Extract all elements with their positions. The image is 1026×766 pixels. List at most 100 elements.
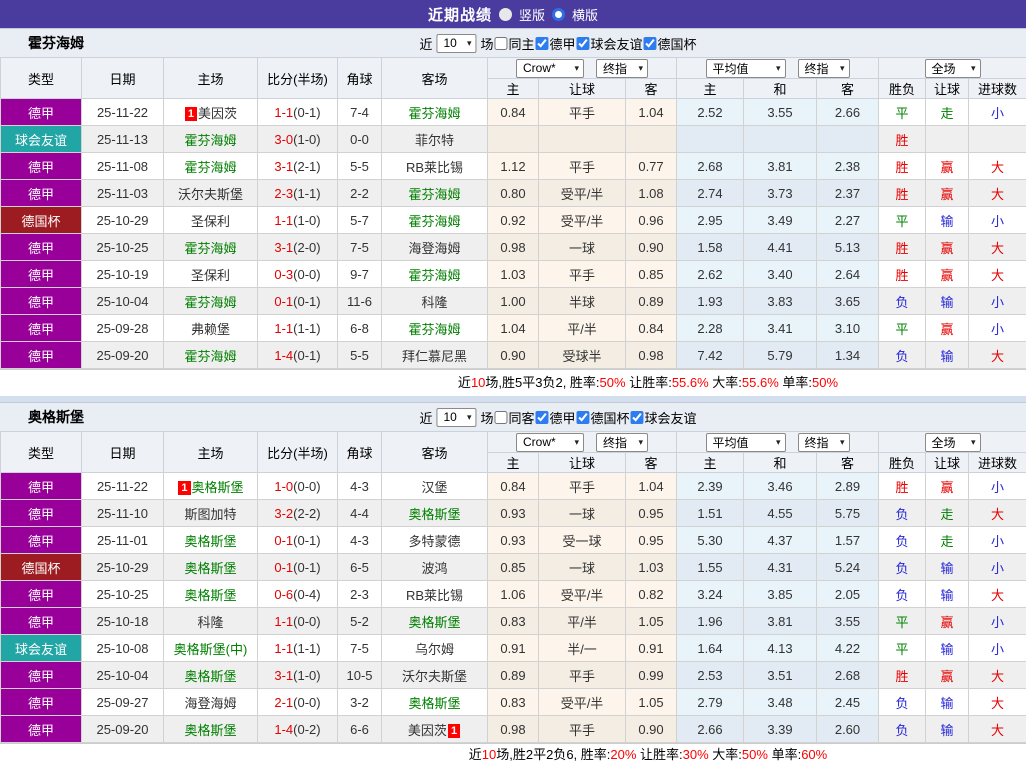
league-checkbox[interactable] xyxy=(631,411,644,424)
chevron-down-icon: ▾ xyxy=(574,437,579,448)
home-team-cell: 1美因茨 xyxy=(164,99,258,126)
avg-home-odds: 3.24 xyxy=(677,581,744,608)
handicap-away-odds: 0.90 xyxy=(626,716,677,743)
home-team-cell: 1奥格斯堡 xyxy=(164,473,258,500)
avg-source-select-value: 平均值 xyxy=(713,434,749,451)
score-cell: 1-0(0-0) xyxy=(258,473,338,500)
result-goals-cell: 大 xyxy=(969,581,1026,608)
avg-away-odds: 2.66 xyxy=(817,99,879,126)
score-cell: 1-1(1-1) xyxy=(258,635,338,662)
same-venue-label[interactable]: 同客 xyxy=(508,408,534,427)
match-type-cell: 德国杯 xyxy=(1,554,82,581)
match-count-select[interactable]: 10▾ xyxy=(436,408,476,427)
away-team-cell: 乌尔姆 xyxy=(382,635,488,662)
avg-draw-odds: 3.40 xyxy=(744,261,817,288)
match-row: 德甲25-10-19圣保利0-3(0-0)9-7霍芬海姆1.03平手0.852.… xyxy=(1,261,1026,288)
fullmatch-select[interactable]: 全场▾ xyxy=(925,59,981,78)
radio-vertical-icon[interactable] xyxy=(499,8,512,21)
same-venue-checkbox[interactable] xyxy=(494,37,507,50)
avg-stage-select[interactable]: 终指▾ xyxy=(798,433,850,452)
team-label: 奥格斯堡 xyxy=(184,534,236,549)
handicap-line: 一球 xyxy=(539,234,626,261)
match-count-select[interactable]: 10▾ xyxy=(436,34,476,53)
result-label: 大 xyxy=(991,268,1004,283)
handicap-home-odds: 1.12 xyxy=(488,153,539,180)
score-cell: 3-1(2-0) xyxy=(258,234,338,261)
halftime-score: (0-1) xyxy=(293,533,320,548)
chevron-down-icon: ▾ xyxy=(638,63,643,74)
score-cell: 3-2(2-2) xyxy=(258,500,338,527)
odds-stage-select[interactable]: 终指▾ xyxy=(596,433,648,452)
halftime-score: (0-1) xyxy=(293,348,320,363)
match-row: 球会友谊25-11-13霍芬海姆3-0(1-0)0-0菲尔特胜 xyxy=(1,126,1026,153)
team-label: 科隆 xyxy=(197,615,223,630)
result-handicap-cell: 输 xyxy=(926,635,969,662)
result-label: 小 xyxy=(991,615,1004,630)
home-team-cell: 奥格斯堡 xyxy=(164,716,258,743)
col-res-goals: 进球数 xyxy=(969,453,1026,473)
corner-cell: 4-3 xyxy=(338,473,382,500)
league-checkbox[interactable] xyxy=(577,37,590,50)
same-venue-checkbox[interactable] xyxy=(494,411,507,424)
home-team-cell: 海登海姆 xyxy=(164,689,258,716)
halftime-score: (1-0) xyxy=(293,668,320,683)
radio-horizontal-label[interactable]: 横版 xyxy=(572,5,598,24)
handicap-home-odds: 0.83 xyxy=(488,689,539,716)
halftime-score: (0-1) xyxy=(293,294,320,309)
games-label: 场 xyxy=(480,34,493,53)
fulltime-score: 0-1 xyxy=(274,560,293,575)
handicap-line: 平手 xyxy=(539,716,626,743)
match-type-cell: 德甲 xyxy=(1,342,82,369)
league-checkbox[interactable] xyxy=(577,411,590,424)
league-checkbox[interactable] xyxy=(536,411,549,424)
radio-vertical-label[interactable]: 竖版 xyxy=(519,5,545,24)
avg-draw-odds: 3.48 xyxy=(744,689,817,716)
radio-horizontal-icon[interactable] xyxy=(552,8,565,21)
fulltime-score: 3-1 xyxy=(274,668,293,683)
match-type-cell: 德甲 xyxy=(1,234,82,261)
result-handicap-cell: 输 xyxy=(926,288,969,315)
avg-stage-select[interactable]: 终指▾ xyxy=(798,59,850,78)
handicap-home-odds: 1.06 xyxy=(488,581,539,608)
home-team-cell: 科隆 xyxy=(164,608,258,635)
avg-draw-odds: 3.49 xyxy=(744,207,817,234)
chevron-down-icon: ▾ xyxy=(776,63,781,74)
fulltime-score: 3-0 xyxy=(274,132,293,147)
result-label: 赢 xyxy=(940,187,953,202)
avg-home-odds: 2.95 xyxy=(677,207,744,234)
away-team-cell: 奥格斯堡 xyxy=(382,500,488,527)
odds-source-select[interactable]: Crow*▾ xyxy=(516,59,584,78)
fullmatch-select[interactable]: 全场▾ xyxy=(925,433,981,452)
result-label: 小 xyxy=(991,480,1004,495)
away-team-cell: 海登海姆 xyxy=(382,234,488,261)
date-cell: 25-10-18 xyxy=(82,608,164,635)
avg-draw-odds: 4.41 xyxy=(744,234,817,261)
avg-source-select[interactable]: 平均值▾ xyxy=(706,59,786,78)
score-cell: 3-1(1-0) xyxy=(258,662,338,689)
odds-stage-select[interactable]: 终指▾ xyxy=(596,59,648,78)
match-type-cell: 德甲 xyxy=(1,716,82,743)
home-team-cell: 霍芬海姆 xyxy=(164,153,258,180)
league-checkbox-label[interactable]: 德国杯 xyxy=(658,34,697,53)
league-checkbox[interactable] xyxy=(644,37,657,50)
date-cell: 25-09-27 xyxy=(82,689,164,716)
result-goals-cell: 大 xyxy=(969,342,1026,369)
league-checkbox-label[interactable]: 球会友谊 xyxy=(645,408,697,427)
team-label: 弗赖堡 xyxy=(191,322,230,337)
avg-away-odds: 2.64 xyxy=(817,261,879,288)
handicap-line: 平/半 xyxy=(539,608,626,635)
team-label: 菲尔特 xyxy=(415,133,454,148)
odds-source-select[interactable]: Crow*▾ xyxy=(516,433,584,452)
result-handicap-cell: 赢 xyxy=(926,234,969,261)
avg-source-select[interactable]: 平均值▾ xyxy=(706,433,786,452)
league-checkbox-label[interactable]: 德国杯 xyxy=(591,408,630,427)
league-checkbox-label[interactable]: 球会友谊 xyxy=(591,34,643,53)
corner-cell: 5-7 xyxy=(338,207,382,234)
league-checkbox-label[interactable]: 德甲 xyxy=(550,34,576,53)
corner-cell: 5-5 xyxy=(338,153,382,180)
team-label: RB莱比锡 xyxy=(406,160,463,175)
league-checkbox-label[interactable]: 德甲 xyxy=(550,408,576,427)
league-checkbox[interactable] xyxy=(536,37,549,50)
same-venue-label[interactable]: 同主 xyxy=(508,34,534,53)
result-goals-cell: 小 xyxy=(969,99,1026,126)
